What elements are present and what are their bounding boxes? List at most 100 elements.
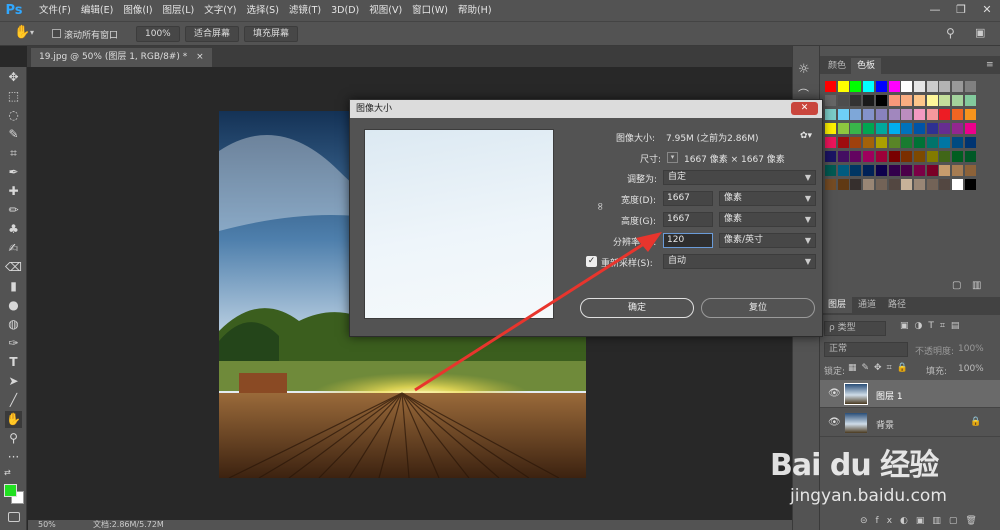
swatch[interactable]: [926, 137, 938, 148]
swatch[interactable]: [952, 179, 963, 190]
swap-colors-icon[interactable]: ⇄: [4, 468, 11, 477]
document-tab-close-icon[interactable]: ×: [196, 52, 204, 62]
swatch[interactable]: [863, 109, 875, 120]
fit-screen-button[interactable]: 适合屏幕: [185, 26, 240, 42]
swatch[interactable]: [964, 123, 976, 134]
lasso-tool-icon[interactable]: ◌: [5, 107, 22, 124]
swatch[interactable]: [913, 165, 925, 176]
swatch[interactable]: [863, 123, 875, 134]
swatch[interactable]: [913, 81, 925, 92]
swatch[interactable]: [863, 81, 875, 92]
resolution-input[interactable]: 120: [663, 233, 713, 248]
swatch[interactable]: [926, 95, 938, 106]
swatch[interactable]: [952, 95, 963, 106]
swatch[interactable]: [964, 151, 976, 162]
opacity-value[interactable]: 100%: [958, 344, 984, 354]
swatch[interactable]: [939, 137, 951, 148]
swatch[interactable]: [837, 179, 849, 190]
swatch[interactable]: [825, 179, 836, 190]
swatch[interactable]: [926, 109, 938, 120]
swatch[interactable]: [850, 109, 862, 120]
swatch[interactable]: [888, 109, 900, 120]
search-icon[interactable]: ⚲: [946, 26, 955, 40]
swatch[interactable]: [901, 137, 913, 148]
line-tool-icon[interactable]: ╱: [5, 392, 22, 409]
height-unit-select[interactable]: 像素 ▼: [719, 212, 816, 227]
swatch[interactable]: [952, 123, 963, 134]
swatch[interactable]: [926, 81, 938, 92]
blend-mode-select[interactable]: 正常: [824, 342, 908, 357]
swatch[interactable]: [875, 151, 887, 162]
image-preview[interactable]: [364, 129, 554, 319]
swatch[interactable]: [913, 137, 925, 148]
swatch[interactable]: [837, 95, 849, 106]
gradient-tool-icon[interactable]: ▮: [5, 278, 22, 295]
quick-select-tool-icon[interactable]: ✎: [5, 126, 22, 143]
swatch[interactable]: [888, 179, 900, 190]
blur-tool-icon[interactable]: ●: [5, 297, 22, 314]
swatch[interactable]: [952, 81, 963, 92]
swatch[interactable]: [850, 95, 862, 106]
brush-tool-icon[interactable]: ✏: [5, 202, 22, 219]
eye-icon[interactable]: 👁: [828, 388, 841, 399]
swatch[interactable]: [850, 165, 862, 176]
hand-tool-icon[interactable]: ✋: [5, 411, 22, 428]
properties-icon[interactable]: ☼: [798, 62, 810, 77]
delete-swatch-icon[interactable]: ▥: [972, 280, 981, 291]
swatch[interactable]: [825, 165, 836, 176]
swatch[interactable]: [939, 81, 951, 92]
swatch[interactable]: [926, 165, 938, 176]
height-input[interactable]: 1667: [663, 212, 713, 227]
swatch[interactable]: [825, 137, 836, 148]
menu-type[interactable]: 文字(Y): [199, 0, 241, 21]
scroll-all-checkbox[interactable]: [52, 29, 61, 38]
menu-select[interactable]: 选择(S): [241, 0, 283, 21]
move-tool-icon[interactable]: ✥: [5, 69, 22, 86]
layer-kind-filter[interactable]: ρ 类型: [824, 321, 886, 336]
menu-filter[interactable]: 滤镜(T): [284, 0, 326, 21]
swatch[interactable]: [901, 165, 913, 176]
constrain-link-icon[interactable]: ∞: [594, 202, 607, 211]
healing-tool-icon[interactable]: ✚: [5, 183, 22, 200]
menu-file[interactable]: 文件(F): [34, 0, 76, 21]
swatch[interactable]: [837, 165, 849, 176]
swatch[interactable]: [901, 109, 913, 120]
eyedropper-tool-icon[interactable]: ✒: [5, 164, 22, 181]
quick-mask-icon[interactable]: [8, 512, 20, 522]
swatch[interactable]: [850, 179, 862, 190]
tab-layers[interactable]: 图层: [822, 297, 853, 313]
menu-window[interactable]: 窗口(W): [407, 0, 453, 21]
lock-icons[interactable]: ▦✎✥⌗🔒: [848, 363, 913, 373]
swatch[interactable]: [939, 123, 951, 134]
tab-swatches[interactable]: 色板: [851, 58, 882, 74]
workspace-icon[interactable]: ▣: [975, 26, 985, 39]
eraser-tool-icon[interactable]: ⌫: [5, 259, 22, 276]
swatch[interactable]: [939, 179, 951, 190]
swatch[interactable]: [952, 151, 963, 162]
foreground-color[interactable]: [4, 484, 17, 497]
tool-preset-arrow-icon[interactable]: ▾: [30, 28, 34, 37]
swatch[interactable]: [939, 165, 951, 176]
swatch[interactable]: [888, 151, 900, 162]
history-brush-icon[interactable]: ✍: [5, 240, 22, 257]
layer-filter-icons[interactable]: ▣◑T⌗▤: [900, 321, 965, 331]
zoom-100-button[interactable]: 100%: [136, 26, 180, 42]
menu-layer[interactable]: 图层(L): [158, 0, 200, 21]
swatch[interactable]: [964, 81, 976, 92]
tab-channels[interactable]: 通道: [852, 297, 882, 313]
panel-menu-icon[interactable]: ≡: [986, 60, 994, 70]
swatch[interactable]: [888, 81, 900, 92]
swatch[interactable]: [901, 179, 913, 190]
dimensions-dropdown-icon[interactable]: ▾: [667, 152, 678, 163]
resample-checkbox[interactable]: ✓: [586, 256, 597, 267]
swatch[interactable]: [939, 109, 951, 120]
swatch[interactable]: [888, 123, 900, 134]
tab-color[interactable]: 颜色: [822, 58, 852, 74]
swatch[interactable]: [888, 165, 900, 176]
menu-image[interactable]: 图像(I): [118, 0, 157, 21]
swatch[interactable]: [850, 151, 862, 162]
swatch[interactable]: [875, 81, 887, 92]
swatch[interactable]: [875, 109, 887, 120]
swatch[interactable]: [926, 123, 938, 134]
swatch[interactable]: [952, 137, 963, 148]
